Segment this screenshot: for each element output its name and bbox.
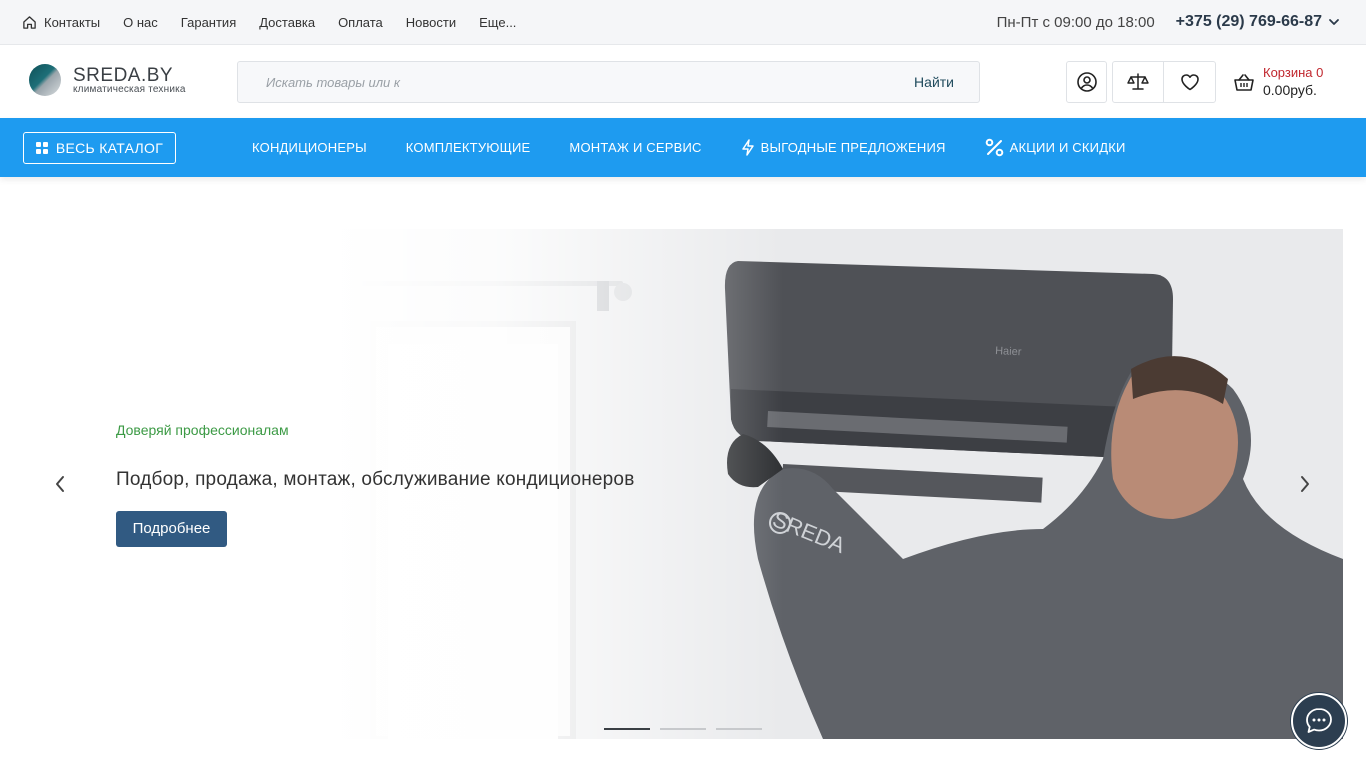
- hero-kicker: Доверяй профессионалам: [116, 422, 289, 438]
- top-nav-payment[interactable]: Оплата: [338, 15, 383, 30]
- chevron-left-icon: [56, 476, 64, 492]
- basket-icon: [1234, 74, 1254, 91]
- grid-icon: [35, 142, 48, 154]
- menu-item-label: МОНТАЖ И СЕРВИС: [569, 140, 702, 155]
- compare-favorites-group: [1112, 61, 1216, 103]
- top-nav-label: Контакты: [44, 14, 101, 30]
- top-nav-label: Доставка: [259, 14, 316, 30]
- top-nav-more[interactable]: Еще...: [479, 15, 516, 30]
- chevron-right-icon: [1301, 476, 1309, 492]
- percent-icon: [985, 138, 1003, 157]
- slider-dot[interactable]: [660, 728, 706, 730]
- heart-icon: [1180, 74, 1199, 91]
- menu-item-label: КОНДИЦИОНЕРЫ: [252, 140, 367, 155]
- top-bar: Контакты О нас Гарантия Доставка Оплата …: [0, 0, 1366, 45]
- top-nav-delivery[interactable]: Доставка: [259, 15, 315, 30]
- favorites-button[interactable]: [1164, 62, 1215, 102]
- search-bar: Найти: [237, 61, 980, 103]
- top-contacts: Пн-Пт с 09:00 до 18:00 +375 (29) 769-66-…: [997, 0, 1340, 44]
- top-nav-news[interactable]: Новости: [406, 15, 456, 30]
- chat-bubble-icon: [1306, 708, 1332, 733]
- menu-item-installation-service[interactable]: МОНТАЖ И СЕРВИС: [569, 140, 701, 155]
- hero-slider: Haier SREDA Доверяй профессионалам Подбо…: [23, 229, 1343, 739]
- main-menu: ВЕСЬ КАТАЛОГ КОНДИЦИОНЕРЫ КОМПЛЕКТУЮЩИЕ …: [0, 118, 1366, 177]
- slider-dot[interactable]: [716, 728, 762, 730]
- top-nav-label: Оплата: [338, 14, 383, 30]
- menu-item-components[interactable]: КОМПЛЕКТУЮЩИЕ: [406, 140, 531, 155]
- home-icon: [23, 15, 36, 29]
- top-nav-warranty[interactable]: Гарантия: [181, 15, 236, 30]
- search-input[interactable]: [238, 62, 878, 102]
- top-nav-about[interactable]: О нас: [123, 15, 158, 30]
- catalog-button[interactable]: ВЕСЬ КАТАЛОГ: [23, 132, 176, 164]
- top-nav: Контакты О нас Гарантия Доставка Оплата …: [22, 0, 539, 44]
- hero-title: Подбор, продажа, монтаж, обслуживание ко…: [116, 469, 635, 490]
- phone-number: +375 (29) 769-66-87: [1175, 13, 1322, 30]
- top-nav-label: О нас: [123, 14, 158, 30]
- menu-item-best-offers[interactable]: ВЫГОДНЫЕ ПРЕДЛОЖЕНИЯ: [741, 139, 946, 156]
- slider-prev-button[interactable]: [48, 472, 72, 496]
- cart-total: 0.00руб.: [1263, 82, 1317, 98]
- account-button[interactable]: [1066, 61, 1107, 103]
- compare-button[interactable]: [1113, 62, 1164, 102]
- menu-item-air-conditioners[interactable]: КОНДИЦИОНЕРЫ: [252, 140, 367, 155]
- catalog-label: ВЕСЬ КАТАЛОГ: [55, 140, 164, 156]
- slider-next-button[interactable]: [1293, 472, 1317, 496]
- svg-text:Haier: Haier: [995, 345, 1022, 358]
- top-nav-label: Гарантия: [180, 14, 237, 30]
- working-hours: Пн-Пт с 09:00 до 18:00: [996, 13, 1155, 31]
- scales-icon: [1127, 73, 1149, 90]
- menu-item-label: КОМПЛЕКТУЮЩИЕ: [405, 140, 531, 155]
- cart-count: Корзина 0: [1263, 65, 1324, 80]
- menu-item-label: АКЦИИ И СКИДКИ: [1009, 140, 1126, 155]
- top-nav-label: Новости: [405, 14, 457, 30]
- slider-pagination: [604, 728, 772, 730]
- slider-dot[interactable]: [604, 728, 650, 730]
- hero-more-button[interactable]: Подробнее: [116, 511, 227, 547]
- chat-button[interactable]: [1291, 693, 1347, 749]
- logo[interactable]: SREDA.BY климатическая техника: [29, 64, 199, 100]
- search-button[interactable]: Найти: [914, 62, 954, 102]
- top-nav-label: Еще...: [479, 14, 517, 30]
- phone-dropdown[interactable]: +375 (29) 769-66-87: [1176, 13, 1340, 31]
- site-header: SREDA.BY климатическая техника Найти Кор…: [0, 45, 1366, 118]
- menu-items: КОНДИЦИОНЕРЫ КОМПЛЕКТУЮЩИЕ МОНТАЖ И СЕРВ…: [252, 118, 1165, 177]
- logo-mark: [29, 64, 61, 96]
- menu-item-label: ВЫГОДНЫЕ ПРЕДЛОЖЕНИЯ: [760, 140, 946, 155]
- top-nav-contacts[interactable]: Контакты: [22, 15, 100, 30]
- user-icon: [1076, 72, 1097, 92]
- lightning-icon: [741, 139, 754, 156]
- menu-item-sales[interactable]: АКЦИИ И СКИДКИ: [985, 138, 1126, 157]
- cart[interactable]: Корзина 0 0.00руб.: [1233, 65, 1343, 101]
- chevron-down-icon: [1329, 19, 1339, 25]
- logo-subtitle: климатическая техника: [73, 84, 186, 95]
